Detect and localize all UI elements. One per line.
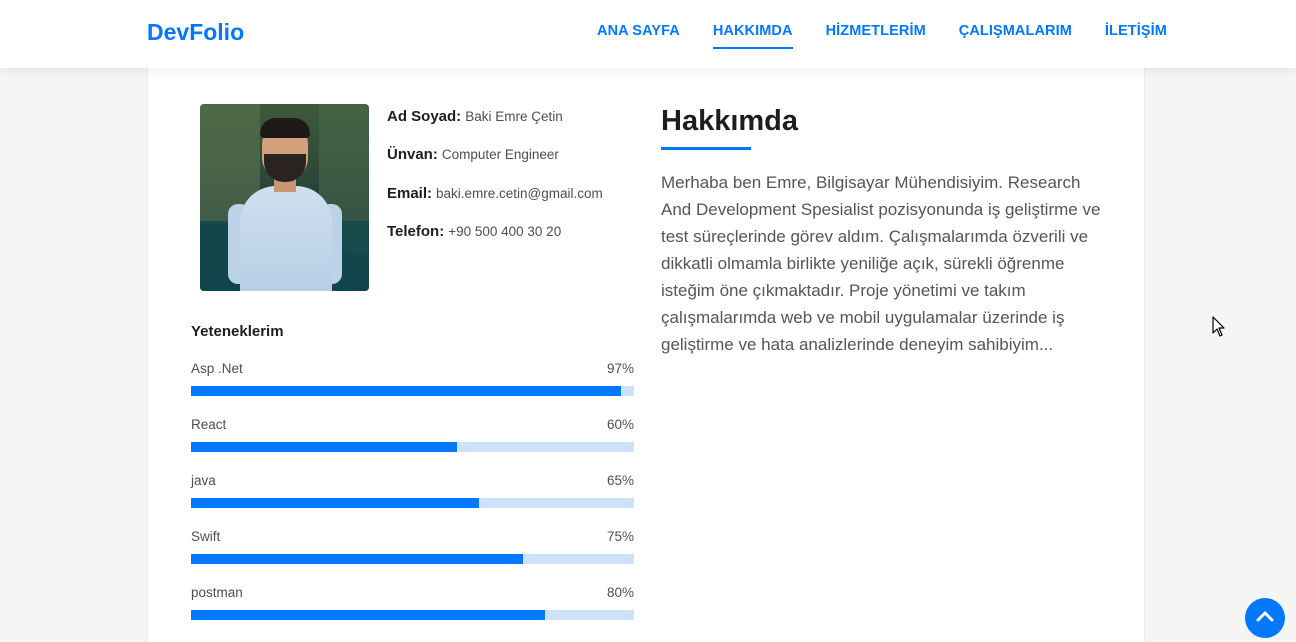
brand-logo[interactable]: DevFolio bbox=[147, 19, 244, 46]
skill-name: Asp .Net bbox=[191, 361, 243, 376]
nav-links: ANA SAYFA HAKKIMDA HİZMETLERİM ÇALIŞMALA… bbox=[597, 23, 1167, 49]
skill-name: postman bbox=[191, 585, 243, 600]
skill-progress-fill bbox=[191, 442, 457, 452]
about-card: Ad Soyad: Baki Emre Çetin Ünvan: Computer … bbox=[147, 60, 1145, 642]
skill-name: Swift bbox=[191, 529, 221, 544]
skill-percent: 60% bbox=[606, 417, 634, 432]
skill-progress-fill bbox=[191, 554, 524, 564]
skill-progress-track bbox=[191, 610, 634, 620]
info-email-label: Email: bbox=[387, 185, 433, 202]
skill-progress-fill bbox=[191, 498, 479, 508]
info-email-row: Email: baki.emre.cetin@gmail.com bbox=[387, 185, 603, 203]
about-title: Hakkımda bbox=[661, 105, 799, 137]
skill-name: java bbox=[191, 473, 216, 488]
nav-link-hakkimda[interactable]: HAKKIMDA bbox=[712, 23, 793, 49]
skill-progress-fill bbox=[191, 610, 546, 620]
about-title-underline bbox=[661, 147, 751, 150]
skill-percent: 97% bbox=[606, 361, 634, 376]
skill-progress-fill bbox=[191, 386, 621, 396]
about-description: Merhaba ben Emre, Bilgisayar Mühendisiyi… bbox=[661, 173, 1101, 354]
skill-progress-track bbox=[191, 498, 634, 508]
info-title-label: Ünvan: bbox=[387, 146, 438, 163]
info-name-row: Ad Soyad: Baki Emre Çetin bbox=[387, 108, 563, 126]
info-phone-row: Telefon: +90 500 400 30 20 bbox=[387, 223, 561, 241]
info-name-value: Baki Emre Çetin bbox=[465, 109, 563, 124]
info-phone-label: Telefon: bbox=[387, 223, 445, 240]
skill-percent: 75% bbox=[606, 529, 634, 544]
info-name-label: Ad Soyad: bbox=[387, 108, 462, 125]
back-to-top-button[interactable] bbox=[1245, 598, 1285, 638]
navbar: DevFolio ANA SAYFA HAKKIMDA HİZMETLERİM … bbox=[0, 0, 1296, 68]
skill-percent: 65% bbox=[606, 473, 634, 488]
skill-percent: 80% bbox=[606, 585, 634, 600]
info-email-value[interactable]: baki.emre.cetin@gmail.com bbox=[436, 186, 603, 201]
chevron-up-icon bbox=[1256, 609, 1274, 627]
info-title-value: Computer Engineer bbox=[441, 147, 559, 162]
nav-link-iletisim[interactable]: İLETİŞİM bbox=[1105, 23, 1167, 39]
info-phone-value[interactable]: +90 500 400 30 20 bbox=[448, 224, 561, 239]
skill-progress-track bbox=[191, 386, 634, 396]
nav-link-ana-sayfa[interactable]: ANA SAYFA bbox=[597, 23, 680, 39]
profile-photo bbox=[200, 104, 369, 291]
skill-name: React bbox=[191, 417, 227, 432]
nav-link-calismalarim[interactable]: ÇALIŞMALARIM bbox=[959, 23, 1072, 39]
nav-link-hizmetlerim[interactable]: HİZMETLERİM bbox=[826, 23, 926, 39]
info-title-row: Ünvan: Computer Engineer bbox=[387, 146, 559, 164]
skills-title: Yeteneklerim bbox=[191, 323, 284, 340]
skill-progress-track bbox=[191, 442, 634, 452]
mouse-pointer-icon bbox=[1212, 316, 1226, 343]
skill-progress-track bbox=[191, 554, 634, 564]
